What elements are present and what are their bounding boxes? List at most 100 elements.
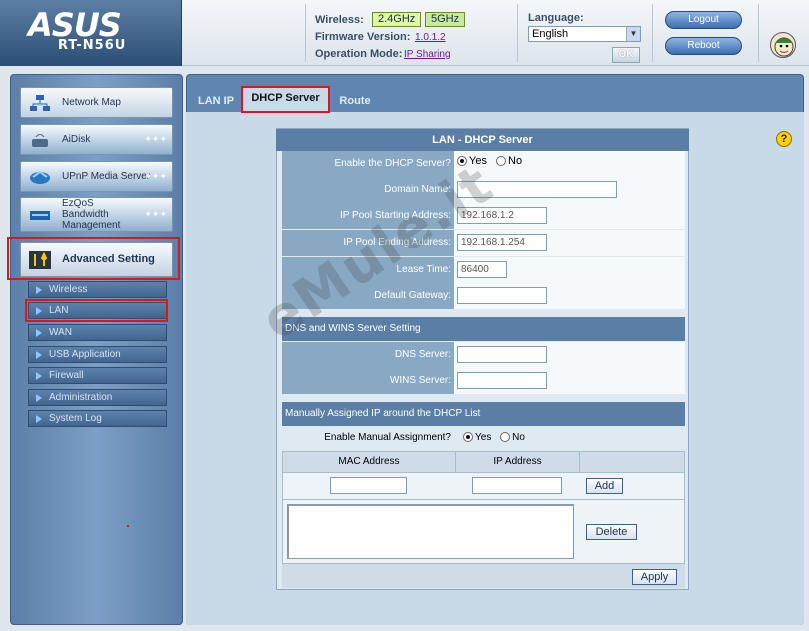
- ip-address-header: IP Address: [455, 452, 579, 472]
- subitem-label: Administration: [49, 392, 113, 403]
- triangle-right-icon: [36, 372, 42, 380]
- operation-mode-link[interactable]: IP Sharing: [404, 49, 451, 60]
- enable-manual-label: Enable Manual Assignment?: [324, 432, 451, 443]
- section-manual-assignment: Manually Assigned IP around the DHCP Lis…: [282, 402, 685, 426]
- dns-server-input[interactable]: [457, 346, 547, 363]
- pool-end-cell: 192.168.1.254: [454, 230, 685, 256]
- reboot-button[interactable]: Reboot: [665, 37, 742, 55]
- gateway-cell: [454, 283, 685, 309]
- tab-route[interactable]: Route: [334, 90, 376, 112]
- form-title: LAN - DHCP Server: [276, 129, 689, 151]
- ezqos-icon: [30, 210, 50, 220]
- enable-dhcp-label: Enable the DHCP Server?: [282, 151, 454, 177]
- aidisk-icon: [32, 133, 48, 147]
- triangle-right-icon: [36, 351, 42, 359]
- wins-server-label: WINS Server:: [282, 368, 454, 394]
- triangle-right-icon: [36, 394, 42, 402]
- sidebar-subitem-wireless[interactable]: Wireless: [28, 281, 167, 298]
- manual-list-box[interactable]: [287, 504, 574, 559]
- no-label: No: [508, 155, 523, 167]
- header-divider: [517, 4, 518, 62]
- sidebar-subitem-usb-application[interactable]: USB Application: [28, 346, 167, 363]
- language-select[interactable]: English ▼: [528, 26, 641, 42]
- sidebar-item-label: Network Map: [62, 97, 121, 108]
- section-dns-wins: DNS and WINS Server Setting: [282, 317, 685, 341]
- sparkle-icon: ✦✦✦: [144, 170, 167, 181]
- firmware-label: Firmware Version:: [315, 31, 411, 43]
- header-empty-cell: [579, 452, 686, 472]
- stray-dot: [127, 525, 129, 527]
- wins-server-input[interactable]: [457, 372, 547, 389]
- logout-button[interactable]: Logout: [665, 11, 742, 29]
- sidebar-item-network-map[interactable]: Network Map: [20, 87, 173, 118]
- sidebar-item-label: UPnP Media Server: [62, 171, 151, 182]
- sidebar-item-label: AiDisk: [62, 134, 91, 145]
- wins-server-cell: [454, 368, 685, 394]
- sparkle-icon: ✦✦✦: [144, 208, 167, 219]
- subitem-label: Wireless: [49, 284, 88, 295]
- mac-address-input[interactable]: [330, 477, 407, 494]
- language-value: English: [532, 28, 569, 40]
- subitem-label: USB Application: [49, 349, 121, 360]
- firmware-link[interactable]: 1.0.1.2: [415, 32, 446, 43]
- sidebar-subitem-system-log[interactable]: System Log: [28, 410, 167, 427]
- model-name: RT-N56U: [58, 38, 127, 53]
- chevron-down-icon[interactable]: ▼: [626, 27, 640, 41]
- operation-mode-label: Operation Mode:: [315, 48, 403, 60]
- highlight-dhcp-tab: [241, 86, 330, 113]
- sidebar-item-label: EzQoS Bandwidth Management: [62, 198, 121, 231]
- apply-button[interactable]: Apply: [632, 569, 677, 585]
- ip-address-input[interactable]: [472, 477, 562, 494]
- triangle-right-icon: [36, 286, 42, 294]
- add-button[interactable]: Add: [586, 478, 623, 494]
- enable-dhcp-options: Yes No: [454, 151, 685, 177]
- manual-yes-radio[interactable]: [463, 432, 473, 443]
- header-divider: [758, 4, 759, 62]
- subitem-label: WAN: [49, 327, 72, 338]
- sidebar-subitem-firewall[interactable]: Firewall: [28, 367, 167, 384]
- row-dns-server: DNS Server:: [282, 342, 685, 368]
- header-divider: [652, 4, 653, 62]
- dns-server-label: DNS Server:: [282, 342, 454, 368]
- no-label: No: [512, 432, 525, 443]
- media-server-icon: [30, 170, 50, 184]
- dhcp-no-radio[interactable]: [496, 156, 507, 167]
- sidebar-item-aidisk[interactable]: AiDisk ✦✦✦: [20, 124, 173, 155]
- lease-time-input[interactable]: 86400: [457, 261, 507, 278]
- subitem-label: Firewall: [49, 370, 84, 381]
- default-gateway-input[interactable]: [457, 287, 547, 304]
- delete-button[interactable]: Delete: [586, 524, 637, 540]
- triangle-right-icon: [36, 415, 42, 423]
- triangle-right-icon: [36, 329, 42, 337]
- subitem-label: System Log: [49, 413, 102, 424]
- wireless-label: Wireless:: [315, 14, 364, 26]
- header-divider: [305, 4, 306, 62]
- pool-end-input[interactable]: 192.168.1.254: [457, 234, 547, 251]
- sparkle-icon: ✦✦✦: [144, 133, 167, 144]
- band-24ghz-badge[interactable]: 2.4GHz: [372, 12, 422, 27]
- band-5ghz-badge[interactable]: 5GHz: [425, 12, 466, 27]
- manual-list-row: Delete: [282, 500, 685, 564]
- enable-manual-options: Yes No: [463, 426, 525, 450]
- language-label: Language:: [528, 12, 584, 24]
- sidebar-subitem-administration[interactable]: Administration: [28, 389, 167, 406]
- apply-bar: Apply: [282, 564, 685, 588]
- manual-no-radio[interactable]: [500, 432, 511, 443]
- manual-entry-row: Add: [282, 473, 685, 500]
- manual-table-header: MAC Address IP Address: [282, 451, 685, 473]
- highlight-advanced-setting: [7, 237, 180, 280]
- highlight-lan: [25, 299, 168, 322]
- tab-lan-ip[interactable]: LAN IP: [192, 90, 240, 112]
- network-map-icon: [30, 94, 50, 111]
- row-enable-manual: Enable Manual Assignment? Yes No: [282, 426, 685, 451]
- lease-time-cell: 86400: [454, 257, 685, 283]
- sidebar-item-upnp-media-server[interactable]: UPnP Media Server ✦✦✦: [20, 161, 173, 192]
- help-icon[interactable]: ?: [776, 131, 792, 147]
- dns-server-cell: [454, 342, 685, 368]
- row-wins-server: WINS Server:: [282, 368, 685, 394]
- yes-label: Yes: [475, 432, 492, 443]
- language-ok-button[interactable]: OK: [612, 47, 640, 63]
- mascot-icon: [770, 32, 796, 58]
- sidebar-item-ezqos[interactable]: EzQoS Bandwidth Management ✦✦✦: [20, 197, 173, 232]
- sidebar-subitem-wan[interactable]: WAN: [28, 324, 167, 341]
